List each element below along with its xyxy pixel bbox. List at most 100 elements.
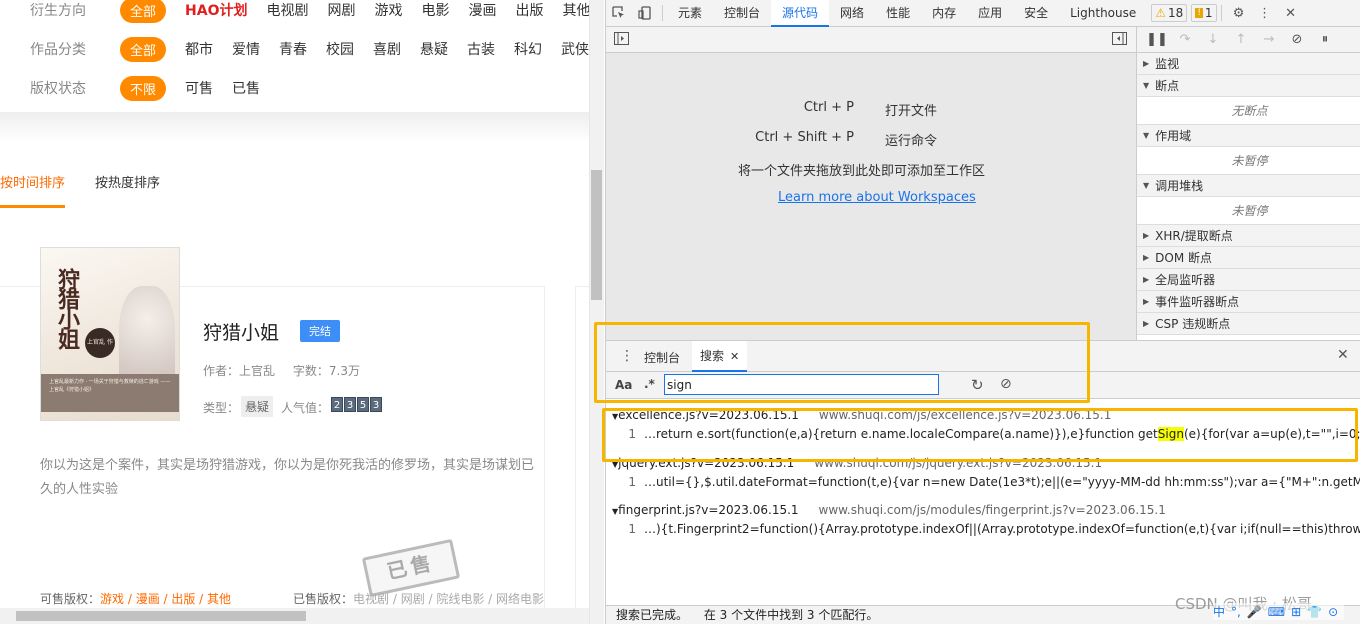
result-line[interactable]: 1 …util={},$.util.dateFormat=function(t,e… <box>606 473 1360 491</box>
tab-memory[interactable]: 内存 <box>921 0 967 27</box>
section-breakpoints[interactable]: ▼ 断点 <box>1137 75 1360 97</box>
ime-grid-icon[interactable]: ⊞ <box>1291 605 1301 619</box>
step-over-icon[interactable]: ↷ <box>1171 32 1199 47</box>
settings-gear-icon[interactable]: ⚙ <box>1226 0 1252 27</box>
popularity-value: 2 3 5 3 <box>331 397 383 412</box>
debugger-controls: ❚❚ ↷ ↓ ↑ → ⊘ ⏸ <box>1137 27 1360 53</box>
close-drawer-icon[interactable]: ✕ <box>1337 347 1349 363</box>
filter-option[interactable]: 网剧 <box>327 0 355 20</box>
filter-option[interactable]: 青春 <box>279 39 307 59</box>
filter-option[interactable]: 古装 <box>467 39 495 59</box>
filter-option[interactable]: 喜剧 <box>373 39 401 59</box>
section-scope[interactable]: ▼ 作用域 <box>1137 125 1360 147</box>
section-title: CSP 违规断点 <box>1155 317 1231 331</box>
inspect-element-icon[interactable] <box>606 0 632 27</box>
learn-workspaces-link[interactable]: Learn more about Workspaces <box>778 190 976 205</box>
vertical-scrollbar[interactable] <box>589 0 604 624</box>
section-global-listeners[interactable]: ▶ 全局监听器 <box>1137 269 1360 291</box>
filter-label: 衍生方向 <box>30 3 86 19</box>
step-out-icon[interactable]: ↑ <box>1227 32 1255 47</box>
filter-option[interactable]: 武侠 <box>561 39 589 59</box>
more-options-icon[interactable]: ⋮ <box>1252 0 1278 27</box>
filter-option[interactable]: HAO计划 <box>185 0 247 20</box>
ime-chinese-mode-icon[interactable]: 中 <box>1213 603 1225 620</box>
filter-option[interactable]: 全部 <box>120 0 167 23</box>
close-devtools-icon[interactable]: ✕ <box>1278 0 1304 27</box>
book-title[interactable]: 狩猎小姐 <box>203 318 279 345</box>
tab-console[interactable]: 控制台 <box>713 0 771 27</box>
tab-lighthouse[interactable]: Lighthouse <box>1059 0 1147 27</box>
filter-option[interactable]: 游戏 <box>374 0 402 20</box>
filter-label: 版权状态 <box>30 81 86 97</box>
result-file-header[interactable]: ▼fingerprint.js?v=2023.06.15.1 www.shuqi.… <box>612 503 1166 517</box>
search-status: 搜索已完成。 <box>616 608 689 622</box>
section-csp-breakpoints[interactable]: ▶ CSP 违规断点 <box>1137 313 1360 335</box>
section-event-listener-breakpoints[interactable]: ▶ 事件监听器断点 <box>1137 291 1360 313</box>
tab-security[interactable]: 安全 <box>1013 0 1059 27</box>
step-icon[interactable]: → <box>1255 32 1283 47</box>
filter-option[interactable]: 全部 <box>120 36 167 62</box>
tab-network[interactable]: 网络 <box>829 0 875 27</box>
section-title: 监视 <box>1155 57 1180 71</box>
expand-arrow-icon: ▶ <box>1143 231 1150 240</box>
available-rights-value[interactable]: 游戏 / 漫画 / 出版 / 其他 <box>100 592 231 606</box>
filter-option[interactable]: 电视剧 <box>266 0 308 20</box>
shortcut-keys: Ctrl + P <box>803 100 854 115</box>
deactivate-breakpoints-icon[interactable]: ⊘ <box>1283 32 1311 47</box>
toggle-debugger-icon[interactable] <box>1112 32 1127 48</box>
toggle-navigator-icon[interactable] <box>614 32 629 48</box>
author-name[interactable]: 上官乱 <box>239 364 275 378</box>
warnings-counter[interactable]: ⚠ 18 <box>1151 4 1188 22</box>
filter-option[interactable]: 出版 <box>515 0 543 20</box>
vertical-scrollbar-thumb[interactable] <box>591 170 602 300</box>
cover-band: 上官乱最新力作 · 一场关于狩猎与救赎的逃亡游戏 —— 上官乱《狩猎小姐》 <box>41 374 179 412</box>
sort-tab-popularity[interactable]: 按热度排序 <box>95 172 160 208</box>
available-rights-label: 可售版权： <box>40 592 101 606</box>
genre-tag: 悬疑 <box>241 396 274 417</box>
filter-option[interactable]: 可售 <box>185 78 213 98</box>
filter-option[interactable]: 校园 <box>326 39 354 59</box>
ime-skin-icon[interactable]: 👕 <box>1307 605 1322 619</box>
ime-keyboard-icon[interactable]: ⌨ <box>1268 605 1285 619</box>
sort-tab-time[interactable]: 按时间排序 <box>0 172 66 208</box>
popularity-digit: 3 <box>344 397 356 412</box>
filter-option[interactable]: 电影 <box>421 0 449 20</box>
pause-icon[interactable]: ❚❚ <box>1143 32 1171 47</box>
step-into-icon[interactable]: ↓ <box>1199 32 1227 47</box>
devtools-panel: 元素 控制台 源代码 网络 性能 内存 应用 安全 Lighthouse ⚠ 18… <box>594 0 1360 624</box>
result-text: …util={},$.util.dateFormat=function(t,e)… <box>644 475 1360 489</box>
filter-option[interactable]: 漫画 <box>468 0 496 20</box>
filter-options: 全部 HAO计划 电视剧 网剧 游戏 电影 漫画 出版 其他 <box>120 0 589 23</box>
issues-counter[interactable]: ! 1 <box>1191 4 1217 22</box>
horizontal-scrollbar-thumb[interactable] <box>16 611 306 621</box>
filter-option[interactable]: 悬疑 <box>420 39 448 59</box>
ime-punctuation-icon[interactable]: °, <box>1231 605 1241 619</box>
filter-option[interactable]: 不限 <box>120 75 167 101</box>
tab-sources[interactable]: 源代码 <box>771 0 830 27</box>
pause-on-exceptions-icon[interactable]: ⏸ <box>1311 32 1339 47</box>
book-cover[interactable]: 狩猎小姐 上官乱 作品 上官乱最新力作 · 一场关于狩猎与救赎的逃亡游戏 —— … <box>40 247 180 421</box>
result-line[interactable]: 1 …){t.Fingerprint2=function(){Array.prot… <box>606 520 1360 538</box>
tab-elements[interactable]: 元素 <box>667 0 713 27</box>
filter-option[interactable]: 爱情 <box>232 39 260 59</box>
result-file-name: fingerprint.js?v=2023.06.15.1 <box>618 503 799 517</box>
sort-tabs: 按时间排序 按热度排序 <box>0 172 190 208</box>
section-watch[interactable]: ▶ 监视 <box>1137 53 1360 75</box>
ime-microphone-icon[interactable]: 🎤 <box>1247 605 1262 619</box>
filter-option[interactable]: 已售 <box>232 78 260 98</box>
filter-option[interactable]: 都市 <box>185 39 213 59</box>
sources-toolbar <box>606 27 1136 53</box>
shortcut-keys: Ctrl + Shift + P <box>755 130 854 145</box>
filter-option[interactable]: 其他 <box>562 0 589 20</box>
section-call-stack[interactable]: ▼ 调用堆栈 <box>1137 175 1360 197</box>
device-toolbar-icon[interactable] <box>632 0 658 27</box>
section-xhr-breakpoints[interactable]: ▶ XHR/提取断点 <box>1137 225 1360 247</box>
tab-performance[interactable]: 性能 <box>875 0 921 27</box>
collapse-arrow-icon: ▼ <box>1143 81 1150 90</box>
issues-count: 1 <box>1204 6 1213 20</box>
section-dom-breakpoints[interactable]: ▶ DOM 断点 <box>1137 247 1360 269</box>
tab-application[interactable]: 应用 <box>967 0 1013 27</box>
filter-option[interactable]: 科幻 <box>514 39 542 59</box>
ime-more-icon[interactable]: ⊙ <box>1328 605 1338 619</box>
collapse-arrow-icon: ▼ <box>1143 131 1150 140</box>
